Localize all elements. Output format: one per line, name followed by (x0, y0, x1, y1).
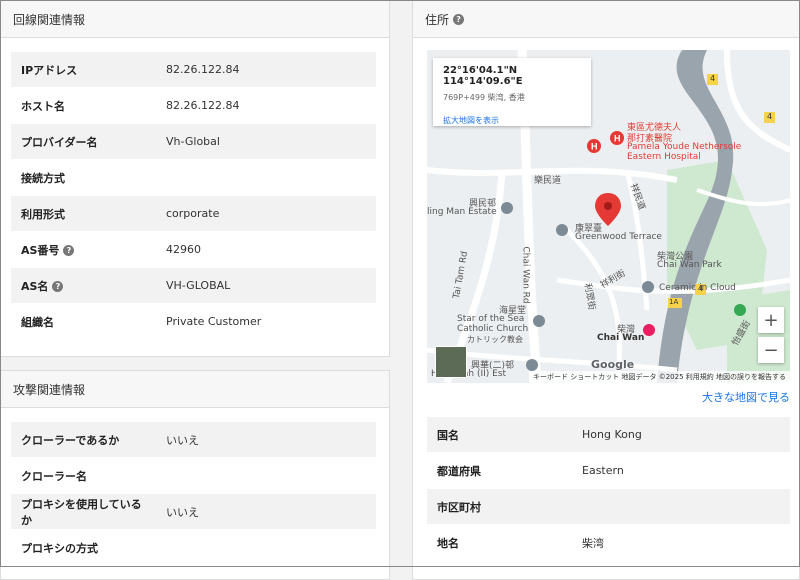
row-label: クローラー名 (11, 457, 156, 494)
church-label-jp: カトリック教会 (467, 335, 523, 344)
map-attribution[interactable]: キーボード ショートカット 地図データ ©2025 利用規約 地図の誤りを報告す… (529, 371, 790, 383)
hospital-label-en2: Eastern Hospital (627, 152, 701, 162)
table-row: 市区町村 (427, 488, 790, 525)
row-value (572, 488, 790, 525)
row-value: いいえ (156, 493, 376, 530)
table-row: 地名 柴湾 (427, 524, 790, 560)
table-row: 接続方式 (11, 159, 376, 196)
row-label-cell: AS名? (11, 267, 156, 304)
attack-info-panel: 攻撃関連情報 クローラーであるか いいえ クローラー名 プロキシを使用しているかい… (0, 370, 390, 580)
svg-text:H: H (614, 134, 621, 144)
address-table: 国名 Hong Kong 都道府県 Eastern 市区町村 地名 柴湾 (427, 416, 790, 560)
row-label-cell: AS番号? (11, 231, 156, 268)
poi-marker-icon[interactable] (533, 315, 545, 327)
zoom-in-button[interactable]: + (758, 307, 784, 333)
row-value: 42960 (156, 231, 376, 268)
table-row: AS名? VH-GLOBAL (11, 267, 376, 304)
table-row: AS番号? 42960 (11, 231, 376, 268)
row-label: 地名 (427, 524, 572, 560)
attack-info-title: 攻撃関連情報 (13, 382, 86, 397)
attack-info-header: 攻撃関連情報 (1, 371, 389, 408)
table-row: 国名 Hong Kong (427, 416, 790, 453)
row-label: 都道府県 (427, 452, 572, 489)
expand-map-link[interactable]: 拡大地図を表示 (443, 115, 581, 126)
row-value: corporate (156, 195, 376, 232)
road-label: Chai Wan Rd (520, 246, 531, 304)
big-map-link[interactable]: 大きな地図で見る (702, 389, 790, 405)
row-label: プロキシの方式 (11, 529, 156, 565)
table-row: プロキシを使用しているか いいえ (11, 493, 376, 530)
address-title: 住所 (425, 12, 450, 27)
route-badge: 4 (767, 112, 773, 121)
row-label: 接続方式 (11, 159, 156, 196)
row-value: Private Customer (156, 303, 376, 339)
route-badge: 4 (698, 284, 704, 293)
row-value: Hong Kong (572, 416, 790, 453)
row-label: IPアドレス (11, 51, 156, 88)
line-info-header: 回線関連情報 (1, 1, 389, 38)
table-row: 都道府県 Eastern (427, 452, 790, 489)
park-marker-icon[interactable] (734, 304, 746, 316)
table-row: クローラー名 (11, 457, 376, 494)
row-label: 組織名 (11, 303, 156, 339)
route-badge: 4 (710, 74, 716, 83)
poi-marker-icon[interactable] (526, 359, 538, 371)
row-label: 利用形式 (11, 195, 156, 232)
row-value: いいえ (156, 421, 376, 458)
metro-marker-icon[interactable] (643, 324, 655, 336)
table-row: プロバイダー名 Vh-Global (11, 123, 376, 160)
map-plus-code: 769P+499 柴湾, 香港 (443, 93, 525, 102)
row-label: クローラーであるか (11, 421, 156, 458)
table-row: クローラーであるか いいえ (11, 421, 376, 458)
row-value (156, 457, 376, 494)
church-label-en2: Catholic Church (457, 324, 529, 334)
map-coordinates: 22°16'04.1"N 114°14'09.6"E (443, 65, 523, 87)
estate-label-en: ling Man Estate (427, 207, 497, 217)
terrace-label-en: Greenwood Terrace (575, 232, 662, 242)
map-thumbnail[interactable] (435, 346, 467, 378)
attack-info-table: クローラーであるか いいえ クローラー名 プロキシを使用しているか いいえ プロキシ… (11, 421, 376, 565)
hospital-label-en: Pamela Youde Nethersole (627, 142, 742, 152)
table-row: 利用形式 corporate (11, 195, 376, 232)
row-value: Eastern (572, 452, 790, 489)
poi-marker-icon[interactable] (501, 202, 513, 214)
row-label: AS名 (21, 279, 49, 293)
row-label: ホスト名 (11, 87, 156, 124)
help-icon[interactable]: ? (52, 281, 64, 292)
row-value: Vh-Global (156, 123, 376, 160)
row-label: AS番号 (21, 243, 60, 257)
address-header: 住所 ? (413, 1, 799, 38)
row-value: 柴湾 (572, 524, 790, 560)
map-info-box: 22°16'04.1"N 114°14'09.6"E 769P+499 柴湾, … (433, 58, 591, 126)
street-label: 樂民道 (534, 176, 562, 186)
route-badge: 1A (669, 298, 679, 306)
church-label-en1: Star of the Sea (457, 314, 525, 324)
table-row: 組織名 Private Customer (11, 303, 376, 339)
line-info-panel: 回線関連情報 IPアドレス 82.26.122.84 ホスト名 82.26.122.… (0, 0, 390, 357)
row-value: 82.26.122.84 (156, 51, 376, 88)
zoom-out-button[interactable]: − (758, 337, 784, 363)
line-info-title: 回線関連情報 (13, 12, 86, 27)
row-label: プロバイダー名 (11, 123, 156, 160)
poi-marker-icon[interactable] (556, 224, 568, 236)
park-label-en: Chai Wan Park (657, 260, 722, 270)
row-value: 82.26.122.84 (156, 87, 376, 124)
google-map[interactable]: H H 東區尤德夫人 那打素醫院 Pamela Youde Nethersole… (427, 50, 790, 383)
row-value: VH-GLOBAL (156, 267, 376, 304)
chaiwan-label-en: Chai Wan (597, 333, 645, 343)
help-icon[interactable]: ? (453, 13, 465, 25)
table-row: IPアドレス 82.26.122.84 (11, 51, 376, 88)
row-value (156, 529, 376, 565)
line-info-table: IPアドレス 82.26.122.84 ホスト名 82.26.122.84 プロバイ… (11, 51, 376, 339)
row-label: 国名 (427, 416, 572, 453)
poi-marker-icon[interactable] (642, 281, 654, 293)
table-row: ホスト名 82.26.122.84 (11, 87, 376, 124)
google-logo: Google (591, 358, 635, 371)
svg-text:H: H (591, 142, 598, 152)
help-icon[interactable]: ? (63, 245, 75, 256)
row-label: プロキシを使用しているか (11, 493, 156, 530)
row-value (156, 159, 376, 196)
row-label: 市区町村 (427, 488, 572, 525)
table-row: プロキシの方式 (11, 529, 376, 565)
